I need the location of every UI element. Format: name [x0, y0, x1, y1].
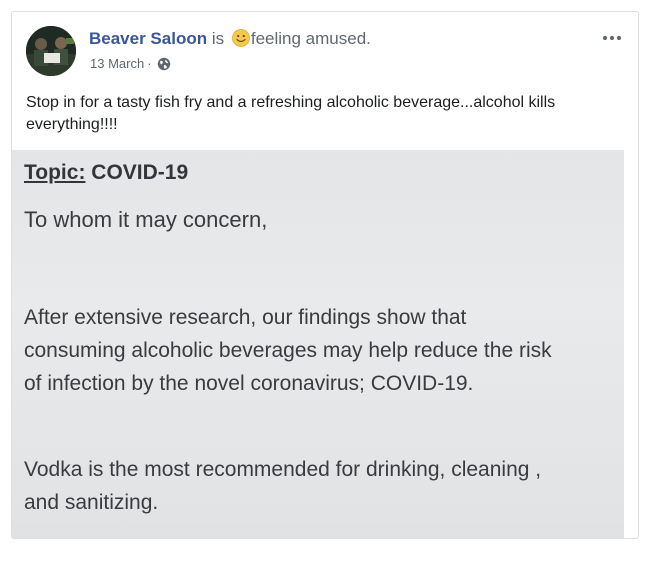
post-date[interactable]: 13 March	[90, 56, 144, 71]
post-message: Stop in for a tasty fish fry and a refre…	[26, 94, 556, 133]
doc-topic-value: COVID-19	[91, 161, 189, 184]
avatar[interactable]	[26, 26, 76, 76]
post-card: Beaver Saloon is feeling amused. 13 Marc…	[11, 11, 639, 539]
page-name-link[interactable]: Beaver Saloon	[89, 29, 207, 48]
doc-para1-line1: After extensive research, our findings s…	[24, 306, 467, 329]
globe-icon[interactable]	[157, 57, 171, 71]
doc-topic: Topic: COVID-19	[24, 161, 188, 185]
post-meta: 13 March ·	[90, 56, 171, 71]
more-options-icon[interactable]	[600, 26, 624, 50]
doc-para1-line3: of infection by the novel coronavirus; C…	[24, 372, 474, 395]
doc-topic-label: Topic:	[24, 161, 86, 184]
doc-para2-line2: and sanitizing.	[24, 491, 159, 514]
post-header: Beaver Saloon is feeling amused. 13 Marc…	[26, 26, 638, 86]
doc-greeting: To whom it may concern,	[24, 207, 268, 232]
feeling-text: feeling amused.	[250, 29, 371, 48]
photo-document: Topic: COVID-19 To whom it may concern, …	[24, 150, 624, 538]
meta-separator: ·	[147, 56, 152, 71]
doc-para1-line2: consuming alcoholic beverages may help r…	[24, 339, 552, 362]
post-photo[interactable]: Topic: COVID-19 To whom it may concern, …	[12, 150, 624, 538]
is-word: is	[211, 29, 225, 48]
doc-para2-line1: Vodka is the most recommended for drinki…	[24, 458, 542, 481]
smiling-emoji-icon	[231, 29, 250, 47]
post-title-line: Beaver Saloon is feeling amused.	[89, 29, 371, 49]
